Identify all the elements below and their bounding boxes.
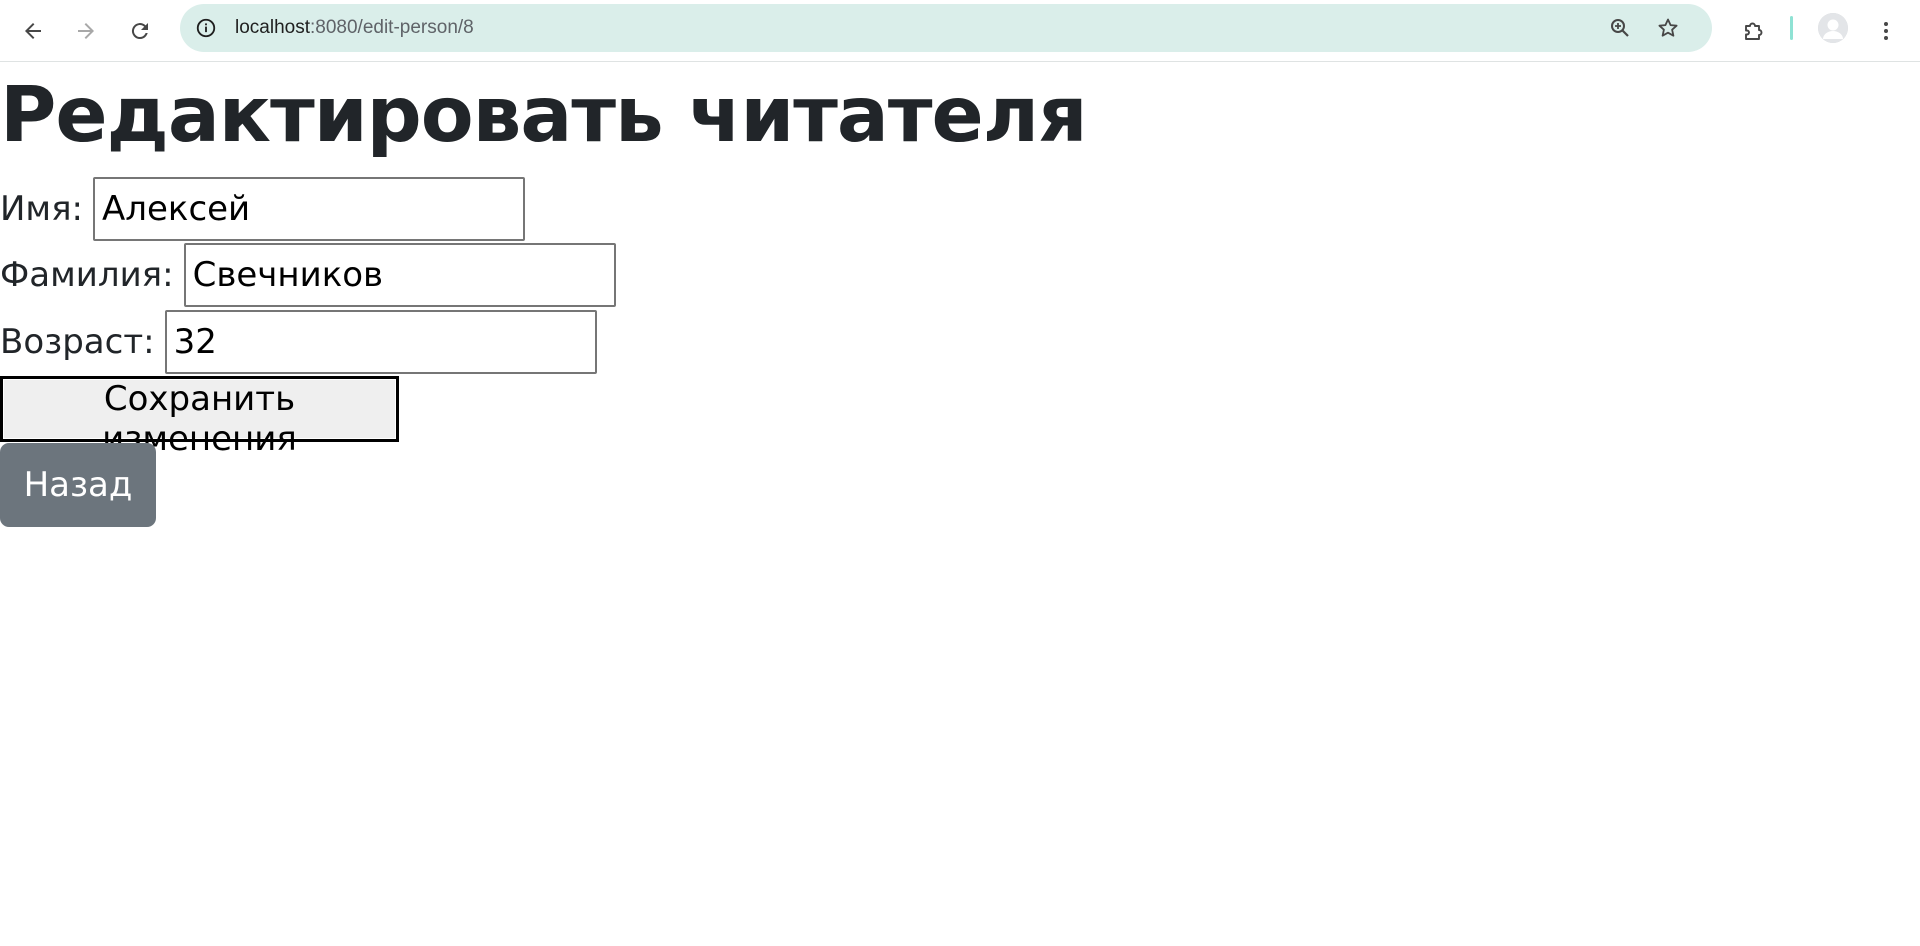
profile-button[interactable] xyxy=(1818,13,1848,43)
last-name-input[interactable] xyxy=(183,243,616,307)
zoom-in-icon xyxy=(1611,19,1629,37)
first-name-label: Имя: xyxy=(0,189,83,229)
first-name-row: Имя: xyxy=(0,177,525,241)
star-icon xyxy=(1658,18,1678,37)
arrow-left-icon xyxy=(25,23,41,39)
puzzle-icon xyxy=(1745,22,1763,40)
bookmark-button[interactable] xyxy=(1648,8,1688,48)
age-input[interactable] xyxy=(164,310,597,374)
age-label: Возраст: xyxy=(0,322,155,362)
arrow-right-icon xyxy=(78,23,94,39)
save-changes-button[interactable]: Сохранить изменения xyxy=(0,376,399,459)
back-button[interactable] xyxy=(13,11,53,51)
site-info-button[interactable] xyxy=(192,14,220,42)
url-text[interactable]: localhost:8080/edit-person/8 xyxy=(235,17,474,39)
page-title: Редактировать читателя xyxy=(0,71,1088,160)
browser-menu-button[interactable] xyxy=(1866,11,1906,51)
reload-icon xyxy=(131,23,148,40)
kebab-menu-icon xyxy=(1884,22,1888,40)
age-row: Возраст: xyxy=(0,310,597,374)
last-name-row: Фамилия: xyxy=(0,243,616,307)
zoom-button[interactable] xyxy=(1600,8,1640,48)
reload-button[interactable] xyxy=(120,11,160,51)
browser-toolbar: localhost:8080/edit-person/8 xyxy=(0,0,1920,62)
back-link-button[interactable]: Назад xyxy=(0,443,156,527)
avatar-icon xyxy=(1818,13,1848,43)
info-icon xyxy=(196,18,216,38)
url-host: localhost xyxy=(235,17,310,38)
address-bar[interactable]: localhost:8080/edit-person/8 xyxy=(180,4,1712,52)
forward-button[interactable] xyxy=(66,11,106,51)
first-name-input[interactable] xyxy=(93,177,525,241)
url-path: :8080/edit-person/8 xyxy=(310,17,474,38)
last-name-label: Фамилия: xyxy=(0,255,174,295)
extensions-button[interactable] xyxy=(1733,11,1773,51)
toolbar-divider xyxy=(1790,16,1793,40)
